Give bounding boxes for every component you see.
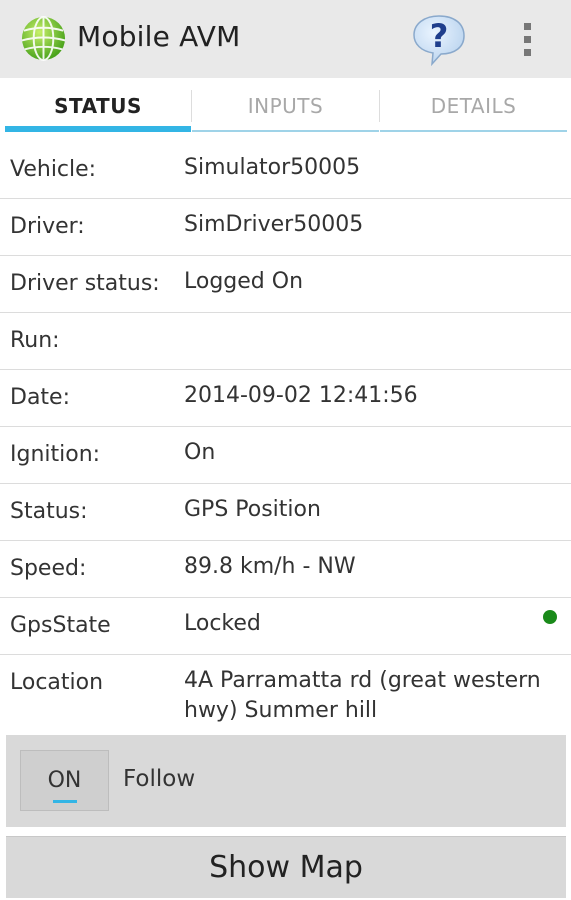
toggle-on-indicator: [53, 800, 77, 803]
row-date: Date: 2014-09-02 12:41:56: [0, 370, 571, 427]
driver-value: SimDriver50005: [184, 212, 364, 237]
row-gps-state: GpsState Locked: [0, 598, 571, 655]
row-vehicle: Vehicle: Simulator50005: [0, 142, 571, 199]
follow-label: Follow: [123, 766, 196, 792]
row-ignition: Ignition: On: [0, 427, 571, 484]
tab-underline: [380, 130, 567, 132]
help-button[interactable]: ?: [410, 12, 468, 67]
overflow-menu-icon: [523, 22, 531, 30]
follow-toggle-button[interactable]: ON: [20, 750, 109, 811]
row-driver-status: Driver status: Logged On: [0, 256, 571, 313]
vehicle-label: Vehicle:: [10, 157, 97, 182]
svg-text:?: ?: [430, 17, 449, 55]
driver-status-label: Driver status:: [10, 271, 160, 296]
speed-label: Speed:: [10, 556, 87, 581]
status-label: Status:: [10, 499, 88, 524]
location-label: Location: [10, 670, 104, 695]
row-location: Location 4A Parramatta rd (great western…: [0, 655, 571, 725]
tab-inputs[interactable]: INPUTS: [192, 78, 379, 134]
status-value: GPS Position: [184, 497, 321, 522]
row-speed: Speed: 89.8 km/h - NW: [0, 541, 571, 598]
row-status: Status: GPS Position: [0, 484, 571, 541]
ignition-label: Ignition:: [10, 442, 101, 467]
help-question-bubble-icon: ?: [413, 15, 465, 67]
gps-state-value: Locked: [184, 611, 261, 636]
gps-state-label: GpsState: [10, 613, 111, 638]
action-bar: Mobile AVM ?: [0, 0, 571, 78]
driver-label: Driver:: [10, 214, 85, 239]
tab-bar: STATUS INPUTS DETAILS: [0, 78, 571, 134]
vehicle-value: Simulator50005: [184, 155, 361, 180]
globe-grid-icon: [21, 15, 66, 62]
overflow-dot: [523, 48, 531, 56]
overflow-menu-button[interactable]: [510, 18, 544, 60]
follow-panel: ON Follow: [6, 735, 566, 827]
speed-value: 89.8 km/h - NW: [184, 554, 356, 579]
tab-active-indicator: [5, 126, 191, 132]
app-title: Mobile AVM: [77, 20, 241, 53]
ignition-value: On: [184, 440, 216, 465]
tab-underline: [192, 130, 379, 132]
driver-status-value: Logged On: [184, 269, 304, 294]
show-map-button[interactable]: Show Map: [6, 836, 566, 898]
date-value: 2014-09-02 12:41:56: [184, 383, 418, 408]
overflow-dot: [523, 35, 531, 43]
show-map-label: Show Map: [209, 850, 363, 885]
follow-toggle-label: ON: [47, 768, 82, 793]
row-driver: Driver: SimDriver50005: [0, 199, 571, 256]
gps-status-indicator-icon: [543, 610, 557, 624]
row-run: Run:: [0, 313, 571, 370]
date-label: Date:: [10, 385, 70, 410]
tab-details[interactable]: DETAILS: [380, 78, 567, 134]
location-value: 4A Parramatta rd (great western hwy) Sum…: [184, 668, 541, 723]
run-label: Run:: [10, 328, 60, 353]
